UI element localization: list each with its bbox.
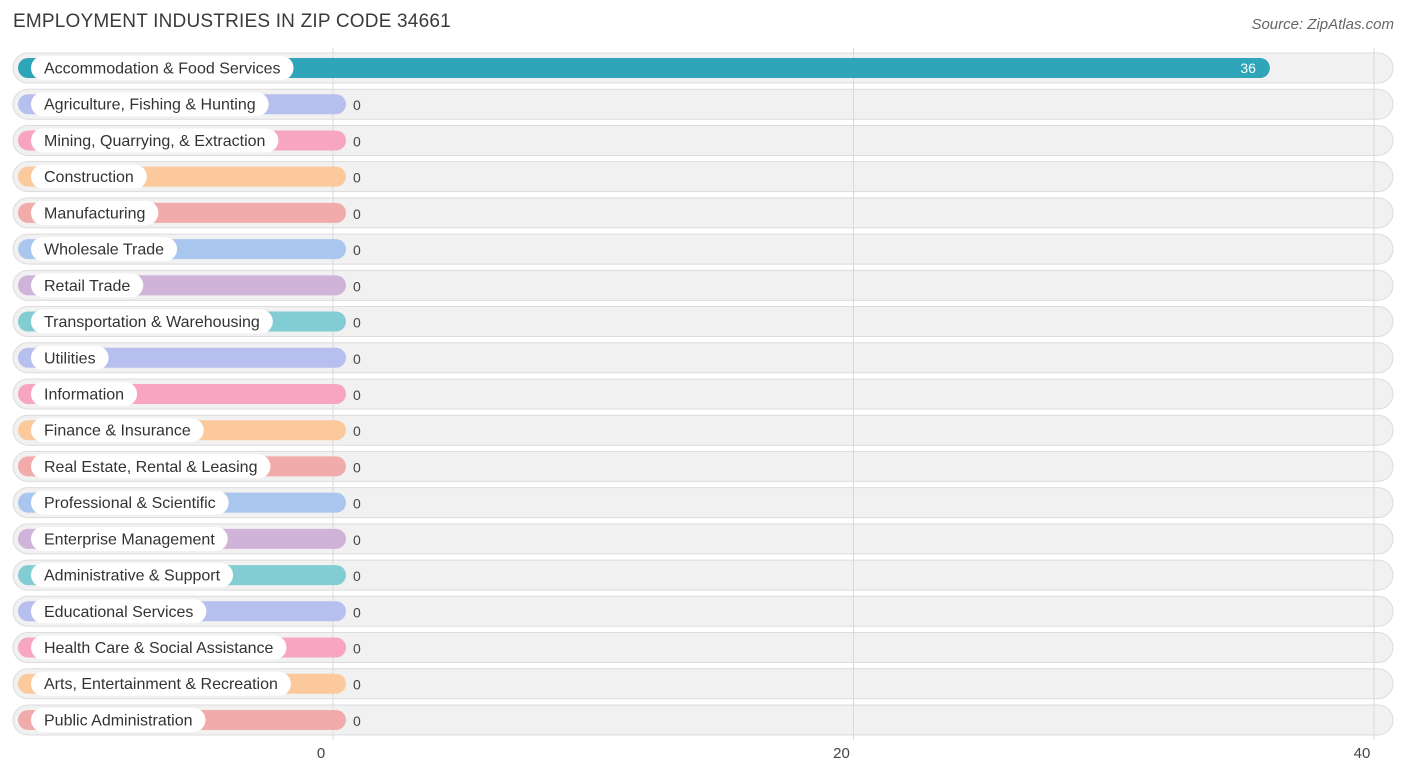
bar-chart: Accommodation & Food Services 36 Agricultu… — [12, 48, 1394, 762]
data-label: 0 — [353, 133, 361, 149]
category-label: Arts, Entertainment & Recreation — [44, 676, 278, 693]
category-label: Administrative & Support — [44, 568, 221, 585]
category-label: Health Care & Social Assistance — [44, 640, 274, 657]
category-label: Wholesale Trade — [44, 242, 164, 259]
data-label: 0 — [353, 713, 361, 729]
x-tick-label: 40 — [1354, 745, 1371, 762]
data-label: 36 — [1240, 60, 1256, 76]
data-label: 0 — [353, 677, 361, 693]
category-label: Utilities — [44, 350, 96, 367]
category-label: Finance & Insurance — [44, 423, 191, 440]
category-label: Mining, Quarrying, & Extraction — [44, 133, 265, 150]
category-label: Information — [44, 386, 124, 403]
data-label: 0 — [353, 170, 361, 186]
category-label: Agriculture, Fishing & Hunting — [44, 97, 256, 114]
data-label: 0 — [353, 641, 361, 657]
category-label: Educational Services — [44, 604, 193, 621]
category-label: Manufacturing — [44, 205, 145, 222]
data-label: 0 — [353, 278, 361, 294]
category-label: Enterprise Management — [44, 531, 215, 548]
data-label: 0 — [353, 423, 361, 439]
category-label: Construction — [44, 169, 134, 186]
category-label: Accommodation & Food Services — [44, 61, 281, 78]
x-axis-ticks: 0 20 40 — [317, 745, 1371, 762]
data-label: 0 — [353, 206, 361, 222]
data-label: 0 — [353, 459, 361, 475]
category-label: Public Administration — [44, 712, 193, 729]
data-label: 0 — [353, 568, 361, 584]
category-label: Retail Trade — [44, 278, 130, 295]
data-label: 0 — [353, 315, 361, 331]
data-label: 0 — [353, 496, 361, 512]
data-label: 0 — [353, 351, 361, 367]
x-tick-label: 0 — [317, 745, 325, 762]
category-label: Professional & Scientific — [44, 495, 216, 512]
data-label: 0 — [353, 242, 361, 258]
category-label: Real Estate, Rental & Leasing — [44, 459, 257, 476]
category-label: Transportation & Warehousing — [44, 314, 260, 331]
x-tick-label: 20 — [833, 745, 850, 762]
data-label: 0 — [353, 532, 361, 548]
data-label: 0 — [353, 97, 361, 113]
data-label: 0 — [353, 387, 361, 403]
data-label: 0 — [353, 604, 361, 620]
